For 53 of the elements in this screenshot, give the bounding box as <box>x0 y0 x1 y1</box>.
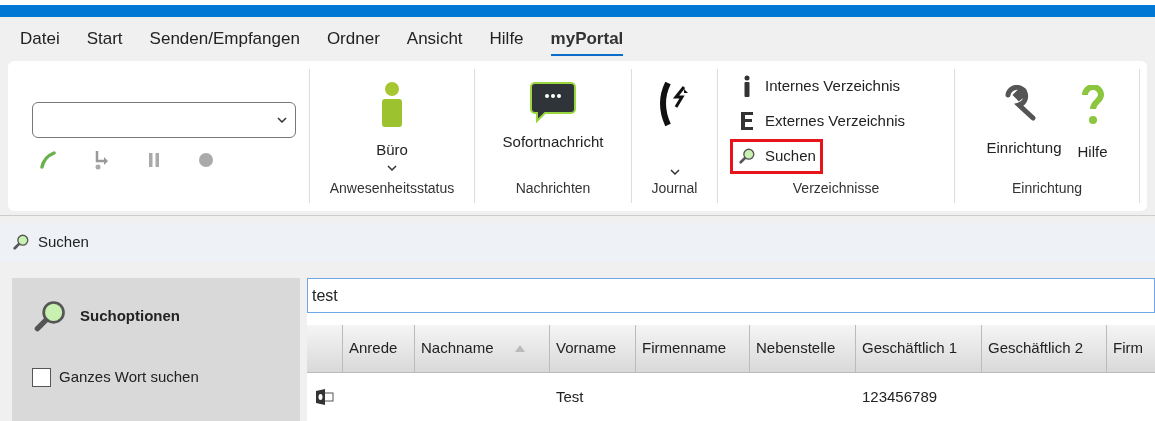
options-title: Suchoptionen <box>80 305 180 326</box>
letter-e-icon <box>740 111 754 132</box>
column-header[interactable]: Geschäftlich 1 <box>856 325 982 372</box>
pause-icon[interactable] <box>148 151 160 168</box>
column-header[interactable]: Geschäftlich 2 <box>982 325 1107 372</box>
table-cell: 123456789 <box>862 387 938 405</box>
menu-tab[interactable]: Ordner <box>326 22 380 56</box>
search-icon <box>12 233 30 252</box>
search-field[interactable]: test <box>307 278 1155 313</box>
whole-word-checkbox[interactable]: Ganzes Wort suchen <box>32 366 300 389</box>
directory-button[interactable]: Internes Verzeichnis <box>730 68 908 104</box>
column-header[interactable]: Vorname <box>550 325 636 372</box>
directory-button[interactable]: Suchen <box>730 138 823 174</box>
chevron-down-icon <box>277 116 287 123</box>
person-icon <box>379 80 405 127</box>
group-caption: Nachrichten <box>515 178 591 198</box>
instant-message-button[interactable]: Sofortnachricht <box>502 80 604 154</box>
chevron-down-icon <box>669 168 680 175</box>
menu-tab[interactable]: Ansicht <box>406 22 463 56</box>
chevron-down-icon <box>387 165 397 172</box>
menu-tab[interactable]: Start <box>86 22 123 56</box>
chat-bubble-icon <box>529 80 577 123</box>
column-header[interactable]: Firm <box>1107 325 1155 372</box>
directory-button[interactable]: Externes Verzeichnis <box>730 103 913 139</box>
menu-tab[interactable]: Hilfe <box>489 22 524 56</box>
info-icon <box>742 75 752 98</box>
column-header[interactable]: Anrede <box>343 325 415 372</box>
menu-tab[interactable]: Senden/Empfangen <box>149 22 300 56</box>
transfer-arrow-icon[interactable] <box>94 149 110 170</box>
pane-title: Suchen <box>38 232 89 253</box>
group-caption: Verzeichnisse <box>792 178 880 198</box>
ribbon-button[interactable]: Einrichtung <box>986 84 1062 164</box>
checkbox[interactable] <box>32 367 51 387</box>
search-icon <box>32 298 68 334</box>
table-row[interactable]: Test 123456789 <box>307 373 1155 421</box>
search-icon <box>738 147 756 166</box>
number-combobox[interactable] <box>32 101 296 138</box>
group-caption: Anwesenheitsstatus <box>329 178 455 198</box>
outlook-contact-icon <box>316 389 334 405</box>
phone-handset-icon[interactable] <box>40 150 56 169</box>
record-icon[interactable] <box>198 151 214 168</box>
column-header[interactable]: Firmenname <box>636 325 750 372</box>
group-caption: Journal <box>651 178 698 198</box>
menu-tab[interactable]: myPortal <box>550 22 624 56</box>
presence-button[interactable]: Büro <box>376 80 408 172</box>
column-header[interactable]: Nachname <box>415 325 550 372</box>
table-cell: Test <box>556 387 584 405</box>
menu-tab[interactable]: Datei <box>20 22 60 56</box>
sort-ascending-icon <box>515 345 525 352</box>
question-mark-icon <box>1080 84 1105 125</box>
ribbon-button[interactable]: Hilfe <box>1077 84 1108 164</box>
column-header[interactable]: Nebenstelle <box>750 325 856 372</box>
group-caption: Einrichtung <box>1011 178 1082 198</box>
